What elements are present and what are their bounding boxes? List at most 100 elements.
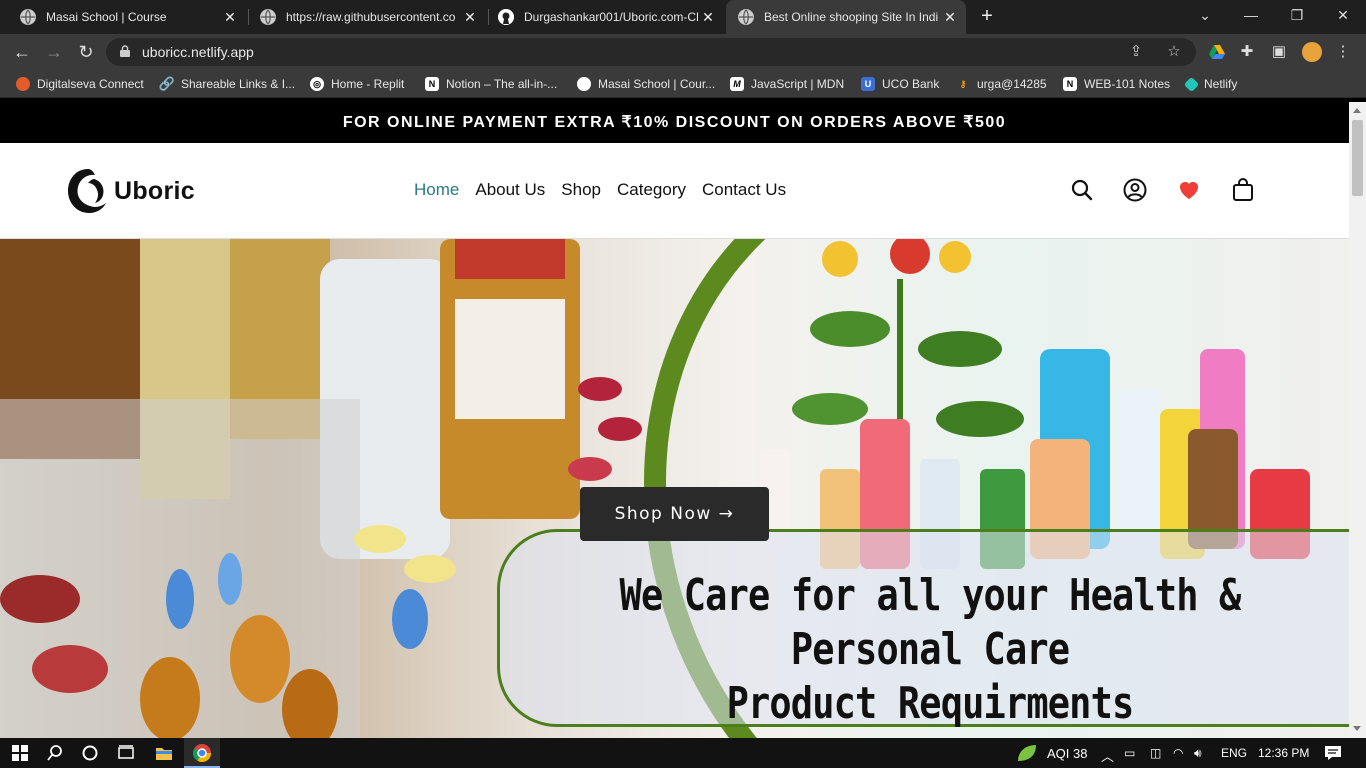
bookmarks-bar: Digitalseva Connect 🔗 Shareable Links & I… [0,70,1366,98]
digitalseva-icon [16,77,30,91]
language-indicator[interactable]: ENG [1221,746,1247,760]
notion-icon: N [1063,77,1077,91]
nav-category[interactable]: Category [617,180,686,200]
close-tab-icon[interactable]: ✕ [940,9,960,26]
shop-now-button[interactable]: Shop Now → [580,487,769,541]
nav-contact-us[interactable]: Contact Us [702,180,786,200]
address-bar[interactable]: uboricc.netlify.app ⇪ ☆ [106,38,1196,66]
extensions-icon[interactable]: ✚ [1238,43,1256,61]
file-explorer-icon[interactable] [154,743,174,763]
bookmark-item[interactable]: Netlify [1183,76,1238,92]
bookmark-label: Netlify [1204,77,1238,91]
promo-banner: FOR ONLINE PAYMENT EXTRA ₹10% DISCOUNT O… [0,102,1349,143]
close-tab-icon[interactable]: ✕ [220,9,240,26]
bookmark-item[interactable]: 🔗 Shareable Links & I... [158,76,295,92]
bookmark-item[interactable]: ⚷ urga@14285 [956,76,1047,92]
bookmark-label: urga@14285 [977,77,1047,91]
wifi-icon[interactable]: ◠ [1173,746,1183,760]
browser-tab-3[interactable]: Durgashankar001/Uboric.com-Cl ✕ [486,0,724,34]
browser-tab-2[interactable]: https://raw.githubusercontent.co ✕ [248,0,486,34]
nav-home[interactable]: Home [414,180,459,200]
bookmark-item[interactable]: ◎ Home - Replit [310,76,404,92]
search-icon[interactable] [45,743,65,763]
bookmark-star-icon[interactable]: ☆ [1166,44,1182,60]
reload-icon[interactable]: ↻ [74,40,98,64]
url-text: uboricc.netlify.app [142,44,254,60]
side-panel-icon[interactable]: ▣ [1270,43,1288,61]
hero-caption-line-1: We Care for all your Health & Personal C… [619,570,1242,675]
scrollbar-thumb[interactable] [1352,120,1363,196]
globe-icon [260,9,276,25]
tray-chevron-icon[interactable]: ︿ [1101,746,1114,765]
key-icon: ⚷ [959,78,967,89]
notifications-icon[interactable] [1324,745,1342,761]
scroll-up-arrow[interactable] [1353,108,1361,113]
user-account-icon[interactable] [1123,178,1147,202]
hero-caption-line-2: Product Requirments [726,678,1135,729]
hero-banner: We Care for all your Health & Personal C… [0,239,1349,738]
bookmark-label: WEB-101 Notes [1084,77,1171,91]
back-icon[interactable]: ← [10,40,34,64]
profile-avatar[interactable] [1302,42,1322,62]
wishlist-heart-icon[interactable] [1177,178,1201,202]
mdn-icon: M [730,77,744,91]
bookmark-item[interactable]: M JavaScript | MDN [730,76,844,92]
main-nav: Home About Us Shop Category Contact Us [414,180,802,200]
bookmark-label: JavaScript | MDN [751,77,845,91]
page-scrollbar[interactable] [1349,102,1366,738]
search-icon[interactable] [1070,178,1094,202]
browser-toolbar: ← → ↻ uboricc.netlify.app ⇪ ☆ ✚ ▣ ⋮ [0,34,1366,70]
cortana-icon[interactable] [80,743,100,763]
aqi-text[interactable]: AQI 38 [1047,746,1087,761]
forward-icon[interactable]: → [42,40,66,64]
web-page: FOR ONLINE PAYMENT EXTRA ₹10% DISCOUNT O… [0,102,1349,738]
nav-about-us[interactable]: About Us [475,180,545,200]
github-icon [498,9,514,25]
nav-shop[interactable]: Shop [561,180,601,200]
scroll-down-arrow[interactable] [1353,726,1361,731]
volume-icon[interactable]: 🔊︎ [1194,746,1202,761]
globe-icon [20,9,36,25]
windows-taskbar: AQI 38 ︿ ▭ ◫ ◠ 🔊︎ ENG 12:36 PM [0,738,1366,768]
close-window-button[interactable]: ✕ [1320,0,1366,30]
browser-tab-1[interactable]: Masai School | Course ✕ [8,0,246,34]
chrome-icon [193,744,211,763]
share-icon[interactable]: ⇪ [1128,44,1144,60]
task-view-icon[interactable] [116,743,136,763]
bookmark-label: Notion – The all-in-... [446,77,558,91]
lock-icon [120,45,130,57]
bookmark-item[interactable]: Digitalseva Connect [16,76,144,92]
device-icon[interactable]: ◫ [1150,746,1161,760]
new-tab-button[interactable]: + [976,5,998,27]
windows-start-icon[interactable] [10,743,30,763]
close-tab-icon[interactable]: ✕ [698,9,718,26]
close-tab-icon[interactable]: ✕ [460,9,480,26]
menu-dots-icon[interactable]: ⋮ [1334,43,1352,61]
globe-icon [577,77,591,91]
chrome-taskbar-button[interactable] [184,738,220,768]
tab-title: Best Online shooping Site In Indi [764,10,939,24]
browser-tab-active[interactable]: Best Online shooping Site In Indi ✕ [726,0,966,34]
restore-button[interactable]: ❐ [1274,0,1320,30]
bookmark-item[interactable]: U UCO Bank [861,76,939,92]
bookmark-item[interactable]: N Notion – The all-in-... [425,76,557,92]
netlify-icon [1183,76,1200,92]
uco-icon: U [861,77,875,91]
bookmark-label: Home - Replit [331,77,405,91]
link-icon: 🔗 [158,76,176,91]
tab-title: Masai School | Course [46,10,167,24]
shopping-bag-icon[interactable] [1231,178,1255,202]
tab-search-icon[interactable]: ⌄ [1182,0,1228,30]
bookmark-item[interactable]: N WEB-101 Notes [1063,76,1170,92]
site-logo[interactable]: Uboric [66,165,195,217]
bookmark-item[interactable]: Masai School | Cour... [577,76,715,92]
clock-time[interactable]: 12:36 PM [1258,746,1309,760]
uboric-logo-icon [68,169,106,213]
battery-icon[interactable]: ▭ [1124,746,1135,760]
minimize-button[interactable]: — [1228,0,1274,30]
google-drive-icon[interactable] [1208,43,1226,61]
bookmark-label: UCO Bank [882,77,940,91]
tab-title: Durgashankar001/Uboric.com-Cl [524,10,698,24]
leaf-icon [1018,745,1036,761]
brand-name: Uboric [114,176,195,205]
